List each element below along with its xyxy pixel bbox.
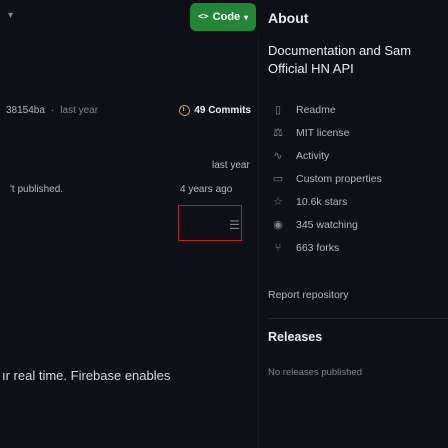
commit-time: last year <box>60 104 99 116</box>
commit-separator: · <box>50 104 55 116</box>
description-line: Documentation and Sam <box>268 43 412 58</box>
meta-custom-properties[interactable]: ▭ Custom properties <box>268 167 448 190</box>
meta-label: 10.6k stars <box>296 195 348 208</box>
chevron-icon[interactable]: ▾ <box>8 10 13 21</box>
meta-label: Custom properties <box>296 172 382 185</box>
repo-description: Documentation and Sam Official HN API <box>268 42 448 78</box>
file-row-time: 4 years ago <box>180 184 233 195</box>
report-repository-link[interactable]: Report repository <box>268 289 349 301</box>
about-title: About <box>268 10 309 26</box>
file-row-message[interactable]: 't published. <box>10 184 63 195</box>
fork-icon: ⑂ <box>274 241 282 254</box>
readme-text: ır real time. Firebase enables <box>2 368 171 383</box>
history-icon <box>179 104 191 116</box>
meta-stars[interactable]: ☆ 10.6k stars <box>268 190 448 213</box>
commit-hash[interactable]: 38154ba <box>6 105 45 116</box>
meta-label: Activity <box>296 149 330 162</box>
description-line: Official HN API <box>268 61 354 76</box>
meta-readme[interactable]: ▯ Readme <box>268 98 448 121</box>
meta-license[interactable]: ⚖ MIT license <box>268 121 448 144</box>
note-icon: ▭ <box>272 173 284 185</box>
no-releases-text: No releases published <box>268 367 363 378</box>
commits-count: 49 Commits <box>194 104 251 116</box>
sidebar-divider <box>258 36 259 448</box>
pulse-icon: ∿ <box>273 150 283 162</box>
meta-activity[interactable]: ∿ Activity <box>268 144 448 167</box>
code-icon: <> <box>197 12 209 22</box>
readme-outline-button[interactable]: ☰ <box>178 205 242 241</box>
about-meta-list: ▯ Readme ⚖ MIT license ∿ Activity ▭ Cust… <box>268 98 448 259</box>
meta-label: MIT license <box>296 126 350 139</box>
meta-label: 663 forks <box>296 241 340 254</box>
meta-label: 345 watching <box>296 218 358 231</box>
meta-label: Readme <box>296 103 336 116</box>
meta-watching[interactable]: ◉ 345 watching <box>268 213 448 236</box>
file-row-time: last year <box>212 160 250 171</box>
top-bar: ▾ <> Code ▾ About <box>0 0 448 36</box>
law-icon: ⚖ <box>273 127 283 139</box>
book-icon: ▯ <box>274 104 282 116</box>
chevron-down-icon: ▾ <box>244 12 249 22</box>
list-icon: ☰ <box>229 218 240 232</box>
latest-commit-bar: 38154ba · last year 49 Commits <box>0 96 255 124</box>
meta-forks[interactable]: ⑂ 663 forks <box>268 236 448 259</box>
releases-heading[interactable]: Releases <box>268 330 322 344</box>
eye-icon: ◉ <box>273 219 283 231</box>
commits-link[interactable]: 49 Commits <box>179 104 251 116</box>
star-icon: ☆ <box>273 196 283 208</box>
code-button[interactable]: <> Code ▾ <box>190 3 256 31</box>
section-divider <box>268 318 448 319</box>
code-button-label: Code <box>212 11 241 23</box>
